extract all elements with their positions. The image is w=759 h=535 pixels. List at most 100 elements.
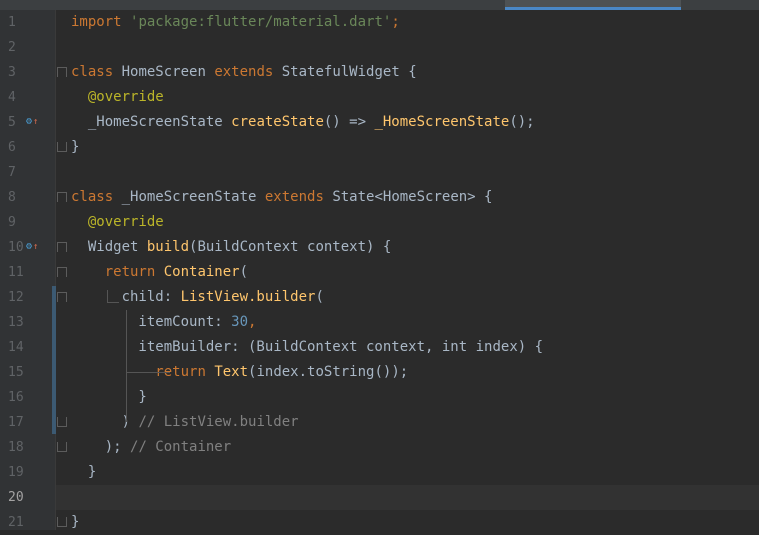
line-number: 8 xyxy=(8,190,16,205)
code-line[interactable]: 13 itemCount: 30, xyxy=(0,310,759,335)
code-token: class xyxy=(71,189,114,205)
code-line[interactable]: 15 return Text(index.toString()); xyxy=(0,360,759,385)
fold-open-icon[interactable] xyxy=(57,267,67,277)
code-token: build xyxy=(146,239,190,255)
code-text: Widget build(BuildContext context) { xyxy=(71,235,391,260)
code-token: State<HomeScreen> { xyxy=(323,189,493,205)
line-number: 6 xyxy=(8,140,16,155)
code-line[interactable]: 5 ⚙↑ _HomeScreenState createState() => _H… xyxy=(0,110,759,135)
line-number: 15 xyxy=(8,365,24,380)
code-token: return xyxy=(104,264,156,280)
code-line[interactable]: 14 itemBuilder: (BuildContext context, i… xyxy=(0,335,759,360)
line-number: 13 xyxy=(8,315,24,330)
code-line[interactable]: 6} xyxy=(0,135,759,160)
code-token: extends xyxy=(264,189,324,205)
code-line[interactable]: 10 ⚙↑ Widget build(BuildContext context) … xyxy=(0,235,759,260)
editor-tab[interactable] xyxy=(180,0,290,10)
code-text: } xyxy=(71,135,79,160)
code-token: HomeScreen xyxy=(113,64,215,80)
fold-close-icon[interactable] xyxy=(57,417,67,427)
code-line[interactable]: 12 child: ListView.builder( xyxy=(0,285,759,310)
code-token: Text xyxy=(214,364,249,380)
code-token: _HomeScreenState xyxy=(71,114,232,130)
code-text: @override xyxy=(71,210,164,235)
code-text: itemCount: 30, xyxy=(71,310,256,335)
code-line[interactable]: 20 xyxy=(0,485,759,510)
line-number: 14 xyxy=(8,340,24,355)
fold-open-icon[interactable] xyxy=(57,242,67,252)
code-token: () => xyxy=(323,114,375,130)
editor-tab-bar xyxy=(0,0,759,10)
code-text: ) // ListView.builder xyxy=(71,410,299,435)
code-token: , xyxy=(248,314,257,330)
line-number: 18 xyxy=(8,440,24,455)
line-number: 2 xyxy=(8,40,16,55)
line-number: 3 xyxy=(8,65,16,80)
code-line[interactable]: 17 ) // ListView.builder xyxy=(0,410,759,435)
code-line[interactable]: 16 } xyxy=(0,385,759,410)
code-token: } xyxy=(71,139,80,155)
indent-guide xyxy=(107,290,108,302)
code-token: int xyxy=(441,339,468,355)
override-method-icon[interactable]: ⚙↑ xyxy=(26,117,38,128)
fold-open-icon[interactable] xyxy=(57,67,67,77)
code-token: ListView.builder xyxy=(180,289,316,305)
code-token: StatefulWidget { xyxy=(273,64,417,80)
line-number: 7 xyxy=(8,165,16,180)
code-token: ); xyxy=(71,439,131,455)
code-text: return Text(index.toString()); xyxy=(71,360,408,385)
indent-guide xyxy=(126,310,127,422)
code-token: Widget xyxy=(71,239,147,255)
code-line[interactable]: 7 xyxy=(0,160,759,185)
code-token: } xyxy=(71,514,80,530)
code-token: class xyxy=(71,64,114,80)
override-method-icon[interactable]: ⚙↑ xyxy=(26,242,38,253)
code-text: class _HomeScreenState extends State<Hom… xyxy=(71,185,492,210)
code-line[interactable]: 1 import 'package:flutter/material.dart'; xyxy=(0,10,759,35)
line-number: 9 xyxy=(8,215,16,230)
code-line[interactable]: 9 @override xyxy=(0,210,759,235)
code-token: (index.toString()); xyxy=(248,364,409,380)
code-token: (BuildContext context) { xyxy=(189,239,392,255)
line-number: 11 xyxy=(8,265,24,280)
code-token: ) xyxy=(71,414,139,430)
fold-close-icon[interactable] xyxy=(57,142,67,152)
code-token: // ListView.builder xyxy=(138,414,299,430)
code-token: import xyxy=(71,14,122,30)
code-line[interactable]: 2 xyxy=(0,35,759,60)
code-token: extends xyxy=(214,64,274,80)
fold-close-icon[interactable] xyxy=(57,442,67,452)
editor-tab[interactable] xyxy=(340,0,450,10)
code-line[interactable]: 11 return Container( xyxy=(0,260,759,285)
code-token: (); xyxy=(509,114,535,130)
editor-tab[interactable] xyxy=(0,0,110,10)
code-token: index) { xyxy=(467,339,544,355)
code-line[interactable]: 8 class _HomeScreenState extends State<Ho… xyxy=(0,185,759,210)
code-token: // Container xyxy=(130,439,232,455)
fold-close-icon[interactable] xyxy=(57,517,67,527)
code-text: itemBuilder: (BuildContext context, int … xyxy=(71,335,543,360)
code-text: class HomeScreen extends StatefulWidget … xyxy=(71,60,417,85)
line-number: 4 xyxy=(8,90,16,105)
line-number: 19 xyxy=(8,465,24,480)
code-line[interactable]: 18 ); // Container xyxy=(0,435,759,460)
code-text: _HomeScreenState createState() => _HomeS… xyxy=(71,110,535,135)
code-line[interactable]: 19 } xyxy=(0,460,759,485)
code-token: @override xyxy=(71,89,164,105)
code-line[interactable]: 4 @override xyxy=(0,85,759,110)
code-text: @override xyxy=(71,85,164,110)
code-text: ); // Container xyxy=(71,435,231,460)
fold-open-icon[interactable] xyxy=(57,292,67,302)
line-number: 16 xyxy=(8,390,24,405)
code-line[interactable]: 21} xyxy=(0,510,759,535)
editor-tab-active[interactable] xyxy=(505,0,681,10)
code-line[interactable]: 3 class HomeScreen extends StatefulWidget… xyxy=(0,60,759,85)
code-token: itemCount: xyxy=(71,314,232,330)
fold-open-icon[interactable] xyxy=(57,192,67,202)
code-token: child: xyxy=(71,289,181,305)
code-token: _HomeScreenState xyxy=(374,114,510,130)
editor-tab[interactable] xyxy=(690,0,759,10)
